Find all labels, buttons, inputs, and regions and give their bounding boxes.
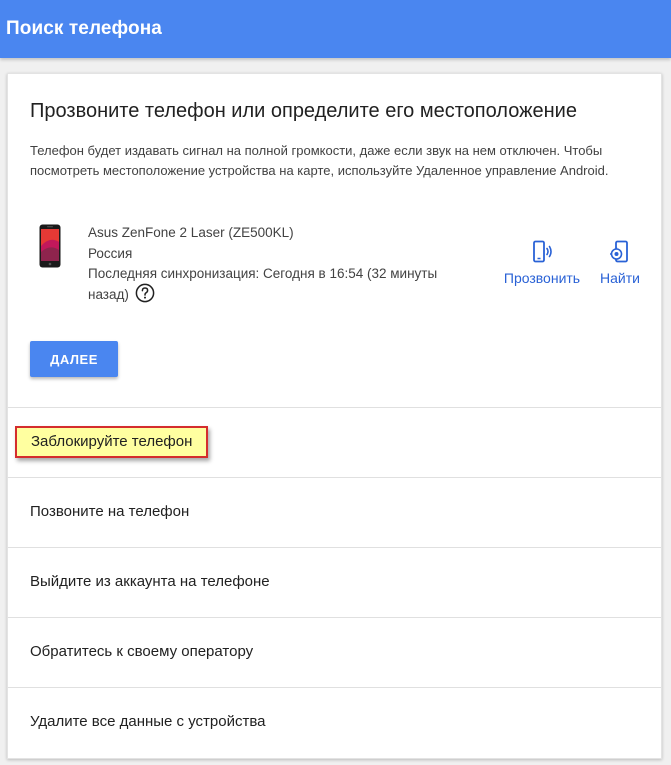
page-title: Поиск телефона [6, 18, 162, 39]
section-description: Телефон будет издавать сигнал на полной … [30, 143, 609, 178]
app-bar: Поиск телефона [0, 0, 671, 58]
option-erase-device[interactable]: Удалите все данные с устройства [8, 687, 661, 757]
ring-button[interactable]: Прозвонить [500, 240, 584, 286]
find-phone-card: Прозвоните телефон или определите его ме… [7, 73, 662, 759]
last-sync-text: Последняя синхронизация: Сегодня в 16:54… [88, 264, 468, 305]
section-title: Прозвоните телефон или определите его ме… [30, 100, 577, 122]
find-label: Найти [600, 270, 640, 286]
phone-ring-icon [533, 240, 552, 263]
next-button[interactable]: ДАЛЕЕ [30, 341, 118, 377]
option-lock-phone[interactable]: Заблокируйте телефон [8, 407, 661, 477]
ring-label: Прозвонить [503, 270, 581, 286]
option-label: Обратитесь к своему оператору [30, 643, 254, 660]
option-label: Заблокируйте телефон [15, 426, 209, 458]
phone-locate-icon [610, 240, 628, 263]
option-label: Позвоните на телефон [30, 503, 190, 520]
option-sign-out[interactable]: Выйдите из аккаунта на телефоне [8, 547, 661, 617]
option-label: Удалите все данные с устройства [30, 713, 266, 730]
option-call-phone[interactable]: Позвоните на телефон [8, 477, 661, 547]
device-country: Россия [88, 245, 133, 261]
option-contact-carrier[interactable]: Обратитесь к своему оператору [8, 617, 661, 687]
device-name: Asus ZenFone 2 Laser (ZE500KL) [88, 225, 294, 240]
options-list: Заблокируйте телефон Позвоните на телефо… [8, 407, 661, 757]
device-info: Asus ZenFone 2 Laser (ZE500KL) Россия По… [88, 223, 488, 305]
device-photo [39, 224, 61, 268]
help-circle-icon[interactable] [135, 283, 155, 303]
find-button[interactable]: Найти [598, 240, 642, 286]
option-label: Выйдите из аккаунта на телефоне [30, 573, 270, 590]
